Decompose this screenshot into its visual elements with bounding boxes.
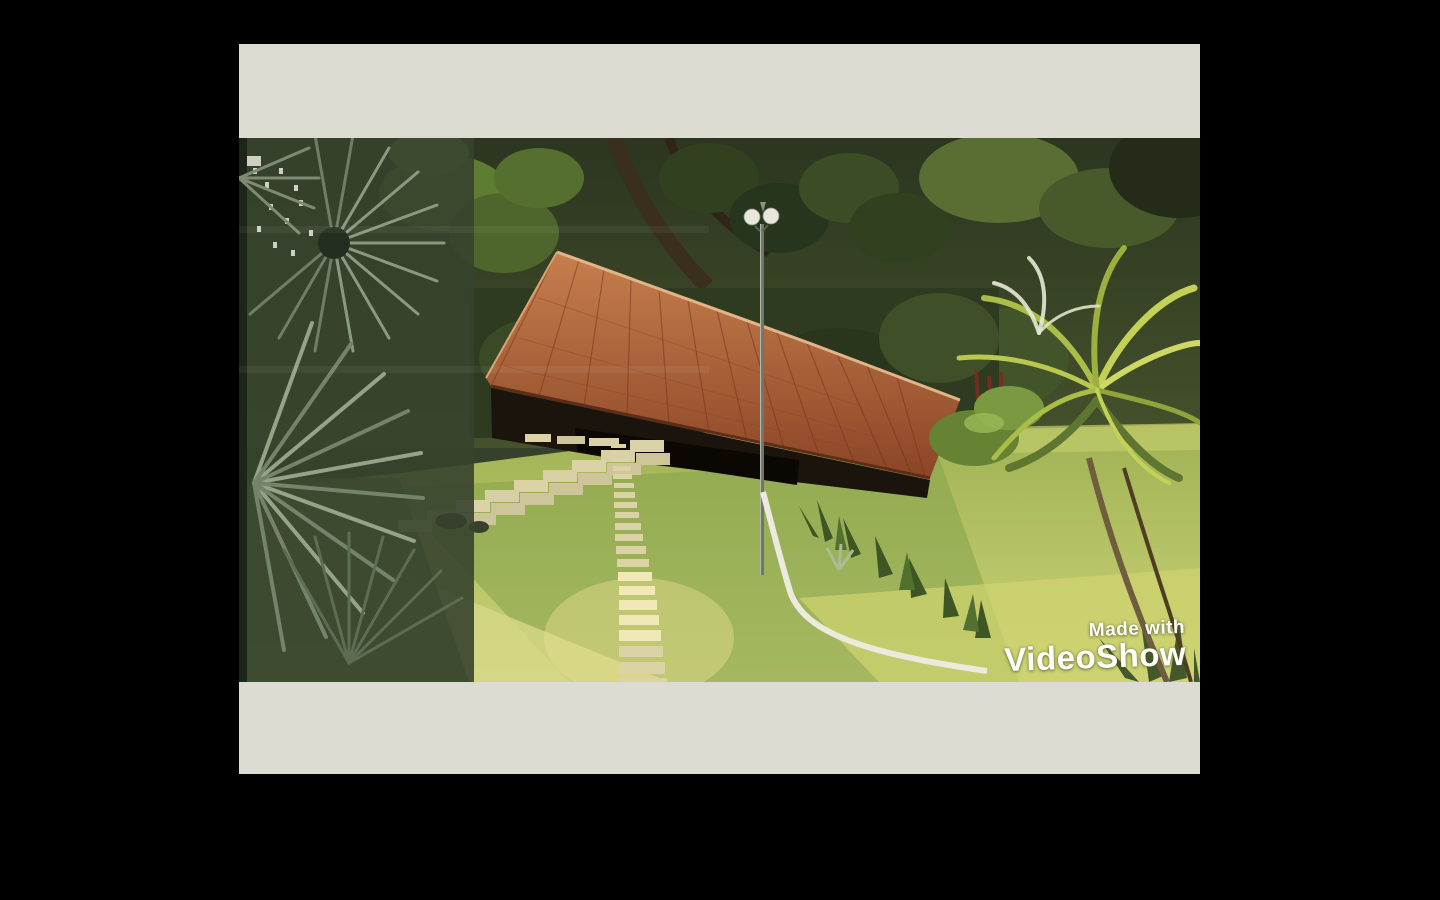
shared-screen-slide: Made with VideoShow — [239, 44, 1200, 774]
shared-video-frame: Made with VideoShow — [239, 138, 1200, 682]
watermark-line2: VideoShow — [1004, 637, 1187, 677]
video-watermark: Made with VideoShow — [1003, 618, 1186, 677]
participants-bar: +46 LS MP MS — [0, 774, 1440, 900]
video-call-window: Made with VideoShow +46 LS MP MS — [0, 0, 1440, 900]
garden-scene — [239, 138, 1200, 682]
